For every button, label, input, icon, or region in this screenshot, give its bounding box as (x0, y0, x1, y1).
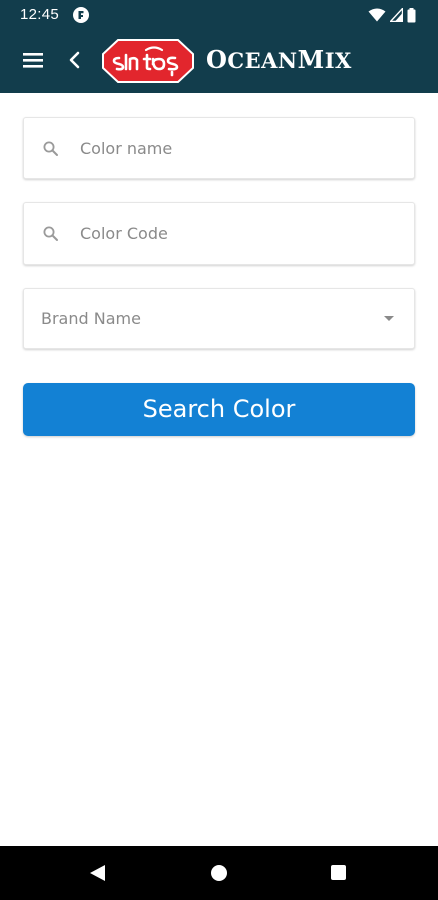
color-code-field (23, 202, 415, 265)
dropdown-arrow-icon (384, 316, 394, 321)
system-nav-bar (0, 846, 438, 900)
app-title-end: IX (324, 48, 352, 73)
status-icons (368, 7, 416, 23)
app-bar: 12:45 OCEANMIX (0, 0, 438, 93)
wifi-icon (368, 8, 386, 22)
brand-name-value: Brand Name (41, 309, 141, 328)
color-name-input[interactable] (80, 118, 400, 178)
nav-recents-icon[interactable] (331, 865, 346, 880)
color-name-field (23, 117, 415, 179)
status-bar: 12:45 (0, 0, 438, 30)
search-color-button[interactable]: Search Color (23, 383, 415, 436)
app-title-part: CEAN (227, 48, 298, 73)
search-icon (42, 225, 60, 248)
cell-signal-icon (390, 8, 403, 22)
toolbar: OCEANMIX (0, 30, 438, 93)
search-icon (42, 140, 60, 163)
menu-icon[interactable] (20, 49, 46, 71)
battery-icon (407, 7, 416, 23)
status-time: 12:45 (20, 6, 60, 23)
nav-home-icon[interactable] (211, 865, 227, 881)
nav-back-icon[interactable] (90, 865, 105, 881)
app-title-m-letter: M (297, 45, 325, 74)
notification-icon (73, 7, 89, 23)
brand-logo (102, 38, 194, 84)
app-title: OCEANMIX (206, 45, 352, 74)
back-icon[interactable] (66, 49, 84, 71)
app-title-first-letter: O (206, 45, 228, 74)
color-code-input[interactable] (80, 203, 400, 264)
brand-name-select[interactable]: Brand Name (23, 288, 415, 349)
